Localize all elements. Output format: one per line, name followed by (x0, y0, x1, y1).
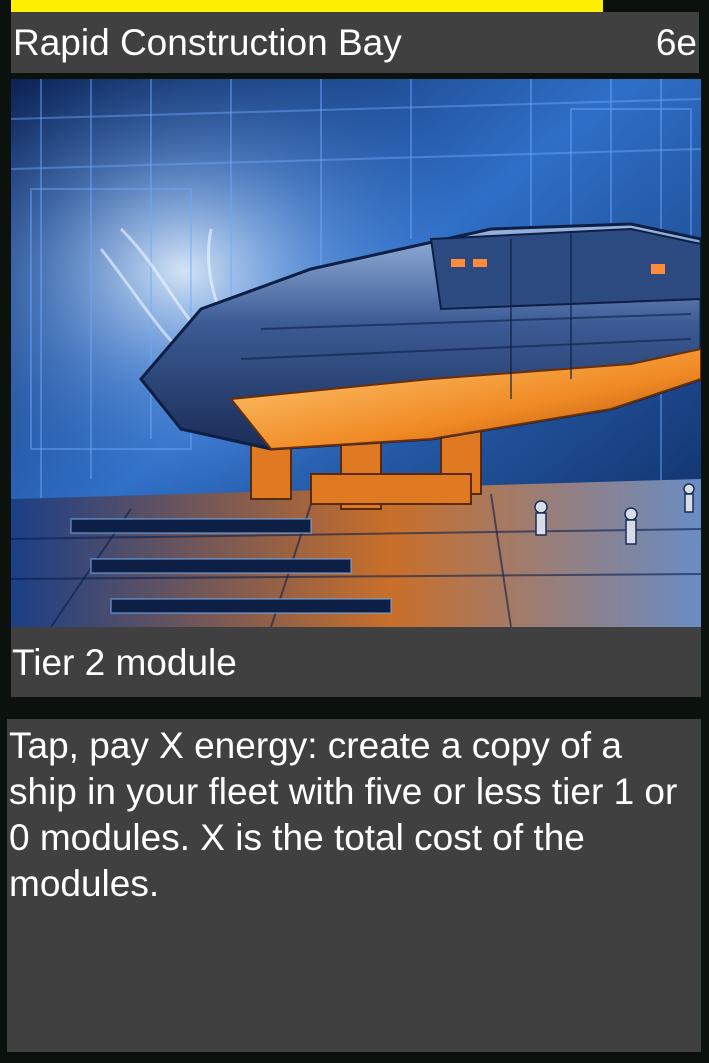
card-art (11, 79, 701, 627)
card-rules-text: Tap, pay X energy: create a copy of a sh… (9, 725, 678, 904)
card-cost: 6e (655, 22, 697, 63)
card-type-bar: Tier 2 module (11, 627, 701, 697)
card-rules-box: Tap, pay X energy: create a copy of a sh… (7, 719, 701, 1052)
card-title-bar: Rapid Construction Bay 6e (11, 12, 699, 73)
progress-bar-fill (11, 0, 603, 12)
progress-bar (11, 0, 699, 12)
spaceship-hangar-illustration (11, 79, 701, 627)
card-type-line: Tier 2 module (12, 642, 237, 683)
card-name: Rapid Construction Bay (13, 22, 402, 63)
